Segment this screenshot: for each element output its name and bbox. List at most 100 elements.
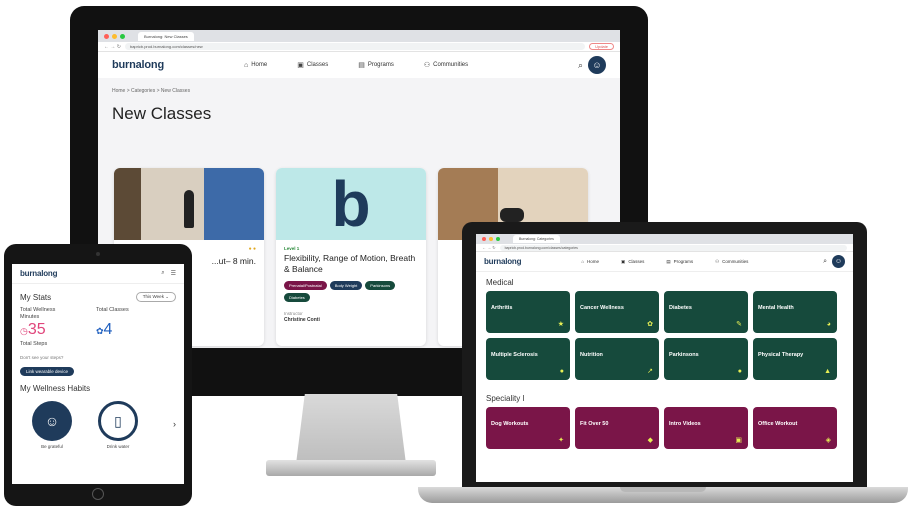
url-input[interactable]: bapricb.prod.burnalong.com/classes/new bbox=[124, 43, 586, 50]
class-thumbnail bbox=[114, 168, 264, 240]
tile-mental-health[interactable]: Mental Health ◕ bbox=[753, 291, 837, 333]
tile-cancer-wellness[interactable]: Cancer Wellness ✿ bbox=[575, 291, 659, 333]
nav-communities[interactable]: ⚇ Communities bbox=[424, 61, 468, 69]
maximize-window-dot[interactable] bbox=[496, 237, 500, 241]
laptop-notch bbox=[620, 487, 706, 492]
total-steps-label: Total Steps bbox=[20, 341, 48, 347]
back-forward-icon[interactable]: ← → ↻ bbox=[482, 245, 496, 250]
breadcrumb[interactable]: Home > Categories > New Classes bbox=[98, 78, 620, 94]
programs-icon: ▤ bbox=[358, 62, 365, 69]
search-icon[interactable]: ⌕ bbox=[578, 60, 583, 71]
habit-be-grateful[interactable]: ☺ Be grateful bbox=[32, 401, 72, 449]
medical-tiles: Arthritis ★ Cancer Wellness ✿ Diabetes ✎ Me… bbox=[476, 291, 853, 380]
mental-health-icon: ◕ bbox=[826, 321, 831, 328]
nav-communities[interactable]: ⚇ Communities bbox=[715, 259, 748, 265]
classes-icon: ▣ bbox=[621, 258, 626, 264]
back-forward-icon[interactable]: ← → ↻ bbox=[104, 44, 121, 50]
tablet-header-actions: ⌕ ☰ bbox=[161, 270, 176, 277]
browser-tab-strip: Burnalong: Categories bbox=[476, 234, 853, 244]
header-actions: ⌕ ☺ bbox=[823, 255, 845, 268]
browser-address-bar: ← → ↻ bapricb.prod.burnalong.com/classes… bbox=[476, 244, 853, 252]
tile-diabetes[interactable]: Diabetes ✎ bbox=[664, 291, 748, 333]
habits-title: My Wellness Habits bbox=[20, 384, 91, 393]
tile-nutrition[interactable]: Nutrition ↗ bbox=[575, 338, 659, 380]
home-button[interactable] bbox=[92, 488, 104, 500]
minimize-window-dot[interactable] bbox=[489, 237, 493, 241]
user-avatar[interactable]: ☺ bbox=[588, 56, 606, 74]
url-input[interactable]: bapricb.prod.burnalong.com/classes/categ… bbox=[499, 244, 847, 251]
nav-classes[interactable]: ▣ Classes bbox=[297, 61, 328, 69]
search-icon[interactable]: ⌕ bbox=[161, 270, 164, 277]
grateful-icon: ☺ bbox=[32, 401, 72, 441]
favorite-icon[interactable]: ● ● bbox=[249, 246, 256, 252]
menu-icon[interactable]: ☰ bbox=[171, 270, 176, 277]
stats-grid: Total Wellness Minutes ◷35 Total Classes… bbox=[12, 302, 184, 340]
clock-icon: ◷ bbox=[20, 326, 28, 336]
nav-programs[interactable]: ▤ Programs bbox=[358, 61, 394, 69]
tile-fit-over-50[interactable]: Fit Over 50 ◆ bbox=[575, 407, 659, 449]
tile-physical-therapy[interactable]: Physical Therapy ▲ bbox=[753, 338, 837, 380]
communities-icon: ⚇ bbox=[423, 62, 431, 69]
parkinsons-icon: ● bbox=[737, 368, 742, 375]
tag-prenatal[interactable]: Prenatal/Postnatal bbox=[284, 281, 327, 290]
home-icon: ⌂ bbox=[243, 61, 249, 69]
nav-home[interactable]: ⌂ Home bbox=[244, 61, 267, 69]
browser-tab[interactable]: Burnalong: New Classes bbox=[138, 31, 194, 41]
nav-classes[interactable]: ▣ Classes bbox=[621, 259, 644, 265]
burnalong-logo[interactable]: burnalong bbox=[484, 257, 522, 266]
section-title-speciality: Speciality l bbox=[486, 394, 525, 403]
update-button[interactable]: Update bbox=[589, 43, 614, 50]
class-thumbnail: b bbox=[276, 168, 426, 240]
header-actions: ⌕ ☺ bbox=[578, 56, 606, 74]
class-title: Flexibility, Range of Motion, Breath & B… bbox=[284, 253, 416, 274]
maximize-window-dot[interactable] bbox=[120, 33, 125, 39]
classes-icon: ▣ bbox=[297, 62, 304, 69]
classes-stat-icon: ✿ bbox=[96, 326, 104, 336]
burnalong-logo[interactable]: burnalong bbox=[112, 59, 164, 71]
monitor-base bbox=[266, 460, 436, 476]
stat-total-classes: Total Classes ✿4 bbox=[96, 307, 129, 338]
instructor-figure bbox=[184, 190, 194, 228]
minimize-window-dot[interactable] bbox=[112, 33, 117, 39]
tile-office-workout[interactable]: Office Workout ◈ bbox=[753, 407, 837, 449]
browser-address-bar: ← → ↻ bapricb.prod.burnalong.com/classes… bbox=[98, 42, 620, 52]
class-card-2[interactable]: b Level 1 Flexibility, Range of Motion, … bbox=[276, 168, 426, 346]
section-title-medical: Medical bbox=[486, 278, 514, 287]
instructor-label: Instructor bbox=[284, 311, 303, 316]
browser-tab[interactable]: Burnalong: Categories bbox=[513, 235, 560, 243]
habits-list: ☺ Be grateful ▯ Drink water › bbox=[12, 393, 184, 449]
link-device-button[interactable]: Link wearable device bbox=[20, 367, 75, 376]
nav-home[interactable]: ⌂ Home bbox=[581, 259, 599, 265]
habit-drink-water[interactable]: ▯ Drink water bbox=[98, 401, 138, 449]
monitor-stand bbox=[296, 394, 406, 464]
page-title: New Classes bbox=[112, 104, 212, 123]
chevron-down-icon: ⌄ bbox=[165, 294, 169, 299]
cancer-wellness-icon: ✿ bbox=[647, 321, 653, 328]
close-window-dot[interactable] bbox=[104, 33, 109, 39]
nav-programs[interactable]: ▤ Programs bbox=[666, 259, 693, 265]
tile-dog-workouts[interactable]: Dog Workouts ✦ bbox=[486, 407, 570, 449]
tag-body-weight[interactable]: Body Weight bbox=[329, 281, 363, 290]
site-header: burnalong ⌂ Home ▣ Classes ▤ Programs ⚇ Comm… bbox=[98, 52, 620, 78]
class-level: Level 1 bbox=[284, 246, 300, 251]
my-stats-title: My Stats bbox=[20, 292, 52, 302]
tile-arthritis[interactable]: Arthritis ★ bbox=[486, 291, 570, 333]
burnalong-logo[interactable]: burnalong bbox=[20, 269, 58, 278]
tile-intro-videos[interactable]: Intro Videos ▣ bbox=[664, 407, 748, 449]
time-filter-select[interactable]: This Week ⌄ bbox=[135, 292, 176, 302]
tablet-header: burnalong ⌕ ☰ bbox=[12, 264, 184, 284]
tag-diabetes[interactable]: Diabetes bbox=[284, 293, 310, 302]
tile-parkinsons[interactable]: Parkinsons ● bbox=[664, 338, 748, 380]
tag-parkinsons[interactable]: Parkinsons bbox=[365, 281, 396, 290]
user-avatar[interactable]: ☺ bbox=[832, 255, 845, 268]
instructor-name[interactable]: Christine Conti bbox=[284, 317, 418, 323]
fit-over-50-icon: ◆ bbox=[647, 437, 653, 444]
diabetes-icon: ✎ bbox=[736, 321, 742, 328]
office-icon: ◈ bbox=[825, 437, 831, 444]
laptop: Burnalong: Categories ← → ↻ bapricb.prod… bbox=[462, 222, 867, 490]
stat-wellness-minutes: Total Wellness Minutes ◷35 bbox=[20, 307, 56, 338]
chevron-right-icon[interactable]: › bbox=[173, 419, 176, 429]
close-window-dot[interactable] bbox=[482, 237, 486, 241]
search-icon[interactable]: ⌕ bbox=[823, 258, 827, 266]
tile-multiple-sclerosis[interactable]: Multiple Sclerosis ● bbox=[486, 338, 570, 380]
